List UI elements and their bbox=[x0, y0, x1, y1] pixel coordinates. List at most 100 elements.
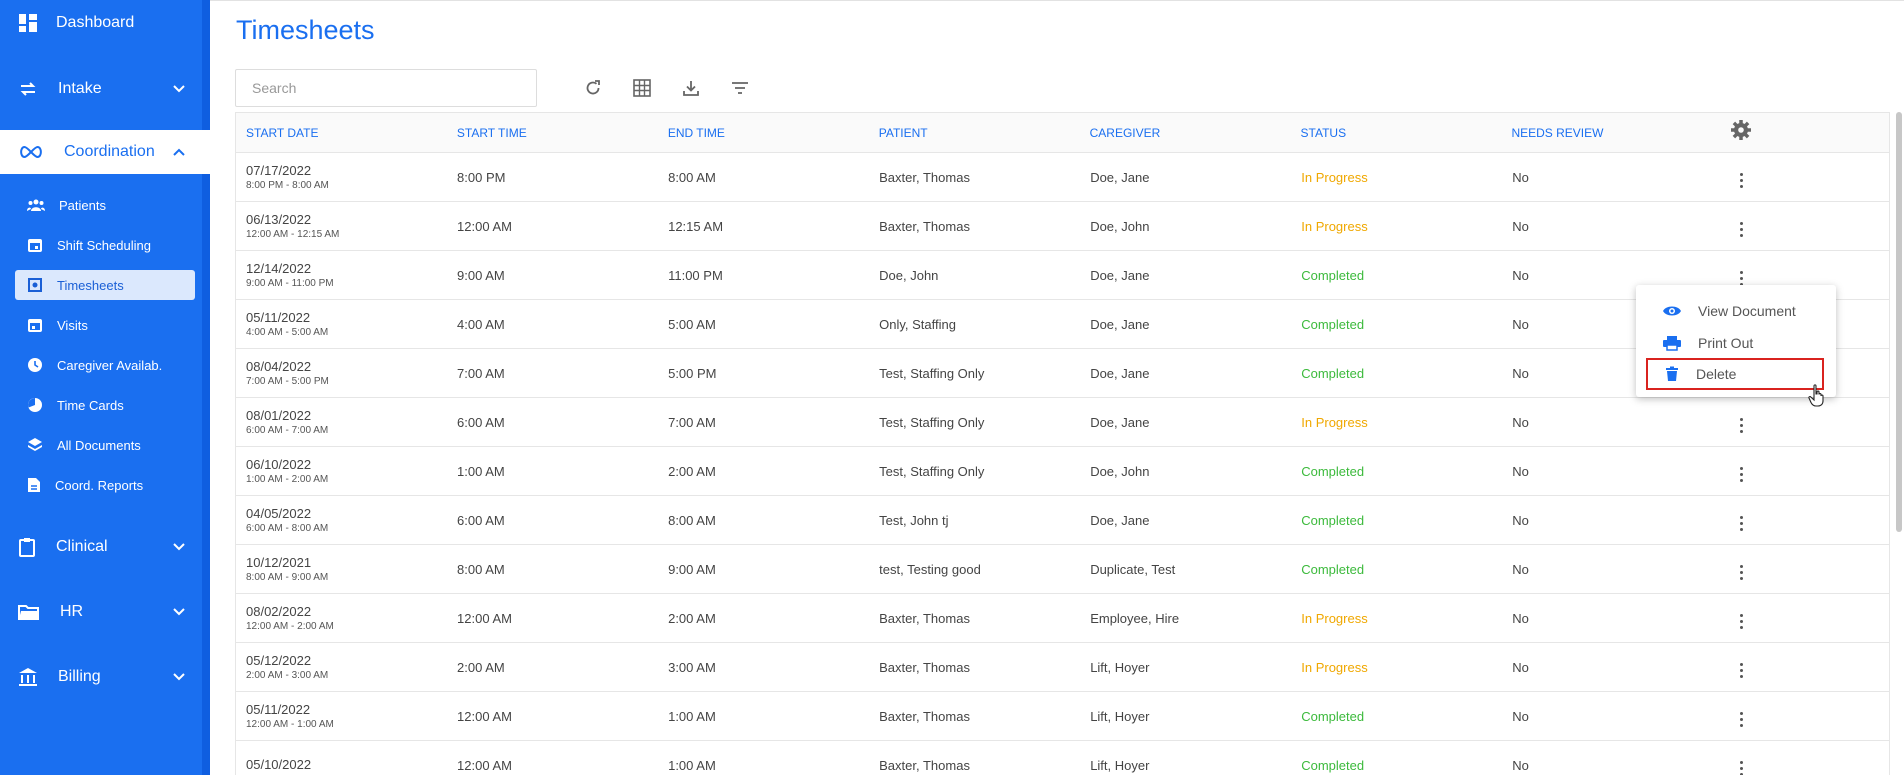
start-date: 07/17/2022 bbox=[246, 163, 312, 178]
more-vertical-icon[interactable] bbox=[1731, 168, 1751, 192]
table-row[interactable]: 07/17/2022 8:00 PM - 8:00 AM 8:00 PM 8:00 A… bbox=[236, 153, 1889, 202]
cell-patient: test, Testing good bbox=[879, 561, 981, 577]
sidebar-group-coordination[interactable]: Coordination bbox=[0, 130, 210, 174]
sidebar-group-clinical[interactable]: Clinical bbox=[0, 520, 210, 574]
menu-item-view-document[interactable]: View Document bbox=[1646, 295, 1824, 327]
sidebar-item-dashboard[interactable]: Dashboard bbox=[0, 0, 210, 46]
more-vertical-icon[interactable] bbox=[1731, 462, 1751, 486]
sidebar-item-shift-scheduling[interactable]: Shift Scheduling bbox=[15, 230, 195, 260]
column-header-needs-review[interactable]: NEEDS REVIEW bbox=[1501, 126, 1712, 140]
sidebar-item-all-documents[interactable]: All Documents bbox=[15, 430, 195, 460]
cell-status: Completed bbox=[1301, 365, 1365, 381]
more-vertical-icon[interactable] bbox=[1731, 707, 1751, 731]
layers-icon bbox=[28, 438, 42, 451]
sidebar-item-timesheets[interactable]: Timesheets bbox=[15, 270, 195, 300]
more-vertical-icon[interactable] bbox=[1731, 609, 1751, 633]
more-vertical-icon[interactable] bbox=[1731, 560, 1751, 584]
time-range: 8:00 AM - 9:00 AM bbox=[246, 572, 329, 583]
sidebar-item-label: Dashboard bbox=[56, 14, 135, 31]
table-row[interactable]: 08/02/2022 12:00 AM - 2:00 AM 12:00 AM 2:00… bbox=[236, 594, 1889, 643]
sidebar-group-hr[interactable]: HR bbox=[0, 574, 210, 650]
more-vertical-icon[interactable] bbox=[1731, 413, 1751, 437]
cell-actions bbox=[1713, 162, 1889, 192]
cell-actions bbox=[1713, 505, 1889, 535]
refresh-button[interactable] bbox=[580, 75, 606, 101]
cell-patient: Only, Staffing bbox=[879, 316, 956, 332]
cell-patient: Test, Staffing Only bbox=[879, 365, 985, 381]
download-button[interactable] bbox=[678, 75, 704, 101]
cell-caregiver: Doe, Jane bbox=[1090, 169, 1150, 185]
table-row[interactable]: 05/10/2022 12:00 AM 1:00 AM Baxter, Thomas L… bbox=[236, 741, 1889, 775]
column-header-caregiver[interactable]: CAREGIVER bbox=[1080, 126, 1291, 140]
column-header-end-time[interactable]: END TIME bbox=[658, 126, 869, 140]
timesheet-icon bbox=[28, 278, 42, 292]
cell-patient: Test, John tj bbox=[879, 512, 949, 528]
cell-start-date: 10/12/2021 8:00 AM - 9:00 AM bbox=[236, 555, 447, 583]
calendar-check-icon bbox=[28, 319, 42, 332]
cell-needs-review: No bbox=[1512, 218, 1529, 234]
cell-start-date: 05/11/2022 12:00 AM - 1:00 AM bbox=[236, 702, 447, 730]
sidebar-item-coord-reports[interactable]: Coord. Reports bbox=[15, 470, 195, 500]
time-range: 7:00 AM - 5:00 PM bbox=[246, 376, 329, 387]
cell-status: Completed bbox=[1301, 463, 1365, 479]
cell-start-time: 2:00 AM bbox=[457, 659, 505, 675]
table-row[interactable]: 10/12/2021 8:00 AM - 9:00 AM 8:00 AM 9:00 A… bbox=[236, 545, 1889, 594]
more-vertical-icon[interactable] bbox=[1731, 511, 1751, 535]
cell-end-time: 5:00 PM bbox=[668, 365, 717, 381]
cell-start-time: 6:00 AM bbox=[457, 414, 505, 430]
vertical-scrollbar[interactable] bbox=[1896, 112, 1902, 532]
cell-start-time: 12:00 AM bbox=[457, 757, 512, 773]
sidebar-item-patients[interactable]: Patients bbox=[15, 190, 195, 220]
filter-button[interactable] bbox=[727, 75, 753, 101]
row-context-menu: View Document Print Out Delete bbox=[1636, 285, 1836, 397]
start-date: 05/11/2022 bbox=[246, 310, 311, 325]
sidebar-item-caregiver-availability[interactable]: Caregiver Availab. bbox=[15, 350, 195, 380]
cell-status: In Progress bbox=[1301, 169, 1368, 185]
more-vertical-icon[interactable] bbox=[1731, 217, 1751, 241]
sidebar-group-intake[interactable]: Intake bbox=[0, 66, 210, 112]
sidebar-item-label: Shift Scheduling bbox=[57, 237, 151, 253]
sidebar-group-label: Intake bbox=[58, 80, 102, 97]
table-row[interactable]: 05/12/2022 2:00 AM - 3:00 AM 2:00 AM 3:00 A… bbox=[236, 643, 1889, 692]
cell-start-time: 12:00 AM bbox=[457, 708, 512, 724]
column-header-status[interactable]: STATUS bbox=[1291, 126, 1502, 140]
cell-end-time: 3:00 AM bbox=[668, 659, 716, 675]
cell-end-time: 9:00 AM bbox=[668, 561, 716, 577]
document-icon bbox=[28, 478, 40, 492]
trash-icon bbox=[1666, 366, 1678, 381]
sidebar-item-time-cards[interactable]: Time Cards bbox=[15, 390, 195, 420]
swap-icon bbox=[20, 82, 36, 96]
table-row[interactable]: 05/11/2022 12:00 AM - 1:00 AM 12:00 AM 1:00… bbox=[236, 692, 1889, 741]
cell-needs-review: No bbox=[1512, 414, 1529, 430]
start-date: 10/12/2021 bbox=[246, 555, 312, 570]
cell-end-time: 12:15 AM bbox=[668, 218, 724, 234]
menu-item-print-out[interactable]: Print Out bbox=[1646, 327, 1824, 359]
cell-end-time: 5:00 AM bbox=[668, 316, 716, 332]
cell-start-date: 08/02/2022 12:00 AM - 2:00 AM bbox=[236, 604, 447, 632]
more-vertical-icon[interactable] bbox=[1731, 658, 1751, 682]
column-header-patient[interactable]: PATIENT bbox=[869, 126, 1080, 140]
search-input[interactable] bbox=[235, 69, 537, 107]
column-header-start-time[interactable]: START TIME bbox=[447, 126, 658, 140]
more-vertical-icon[interactable] bbox=[1731, 756, 1751, 775]
cell-patient: Baxter, Thomas bbox=[879, 610, 970, 626]
table-row[interactable]: 04/05/2022 6:00 AM - 8:00 AM 6:00 AM 8:00 A… bbox=[236, 496, 1889, 545]
start-date: 12/14/2022 bbox=[246, 261, 312, 276]
cell-start-date: 08/04/2022 7:00 AM - 5:00 PM bbox=[236, 359, 447, 387]
sidebar-group-billing[interactable]: Billing bbox=[0, 650, 210, 704]
table-header: START DATE START TIME END TIME PATIENT C… bbox=[236, 113, 1889, 153]
table-row[interactable]: 06/10/2022 1:00 AM - 2:00 AM 1:00 AM 2:00 A… bbox=[236, 447, 1889, 496]
menu-item-delete[interactable]: Delete bbox=[1646, 358, 1824, 390]
column-header-start-date[interactable]: START DATE bbox=[236, 126, 447, 140]
cell-status: Completed bbox=[1301, 267, 1365, 283]
cell-caregiver: Doe, Jane bbox=[1090, 316, 1150, 332]
table-settings-button[interactable] bbox=[1712, 119, 1889, 146]
sidebar-item-visits[interactable]: Visits bbox=[15, 310, 195, 340]
chevron-down-icon bbox=[173, 608, 185, 616]
sidebar-group-label: Billing bbox=[58, 668, 101, 685]
cell-caregiver: Doe, John bbox=[1090, 463, 1150, 479]
start-date: 04/05/2022 bbox=[246, 506, 312, 521]
columns-button[interactable] bbox=[629, 75, 655, 101]
table-row[interactable]: 08/01/2022 6:00 AM - 7:00 AM 6:00 AM 7:00 A… bbox=[236, 398, 1889, 447]
table-row[interactable]: 06/13/2022 12:00 AM - 12:15 AM 12:00 AM 12:… bbox=[236, 202, 1889, 251]
